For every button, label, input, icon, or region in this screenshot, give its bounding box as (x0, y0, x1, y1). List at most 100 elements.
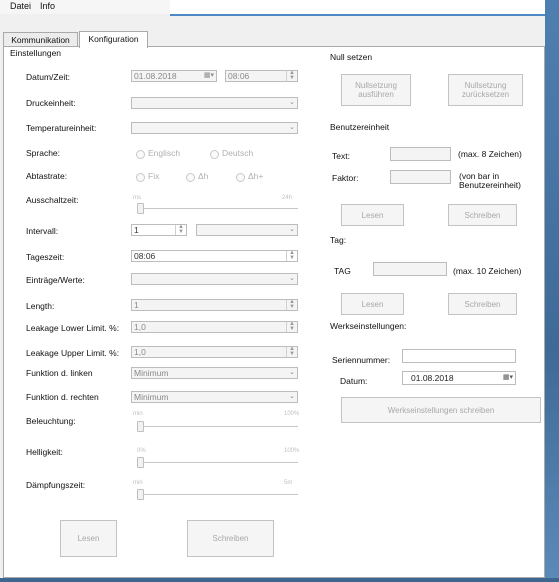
funktion-rechts-select[interactable]: Minimum ⌄ (131, 391, 298, 403)
eintraege-label: Einträge/Werte: (26, 275, 85, 285)
intervall-unit-select[interactable]: ⌄ (196, 224, 298, 236)
length-label: Length: (26, 301, 55, 311)
beleuchtung-max-label: 100% (284, 411, 300, 417)
calendar-icon[interactable]: ▦▾ (503, 372, 513, 384)
werkseinstellungen-title: Werkseinstellungen: (330, 321, 407, 331)
intervall-value: 1 (134, 225, 139, 235)
leak-lower-spinner[interactable]: 1,0 ▲ ▼ (131, 321, 298, 333)
spinner-arrows-icon[interactable]: ▲ ▼ (286, 299, 297, 310)
radio-englisch-label: Englisch (148, 148, 181, 158)
werk-datum-label: Datum: (340, 376, 368, 386)
helligkeit-label: Helligkeit: (26, 447, 63, 457)
spinner-arrows-icon[interactable]: ▲ ▼ (175, 224, 186, 235)
intervall-label: Intervall: (26, 226, 59, 236)
radio-dh[interactable] (186, 173, 195, 182)
beleuchtung-slider[interactable] (137, 421, 144, 432)
druckeinheit-select[interactable]: ⌄ (131, 97, 298, 109)
beleuchtung-min-label: min (133, 411, 143, 417)
time-value: 08:06 (228, 71, 250, 81)
intervall-spinner[interactable]: 1 ▲ ▼ (131, 224, 187, 236)
faktor-input[interactable] (390, 170, 451, 184)
temperatureinheit-select[interactable]: ⌄ (131, 122, 298, 134)
funktion-links-select[interactable]: Minimum ⌄ (131, 367, 298, 379)
calendar-icon[interactable]: ▦▾ (204, 71, 214, 81)
tag-lesen-button[interactable]: Lesen (341, 293, 404, 315)
werk-datum-value: 01.08.2018 (411, 373, 454, 383)
benutzereinheit-title: Benutzereinheit (330, 122, 390, 132)
seriennummer-label: Seriennummer: (332, 355, 391, 365)
beleuchtung-slider-track (138, 426, 298, 427)
eintraege-select[interactable]: ⌄ (131, 273, 298, 285)
spinner-arrows-icon[interactable]: ▲ ▼ (286, 321, 297, 332)
date-value: 01.08.2018 (134, 71, 177, 81)
spinner-arrows-icon[interactable]: ▲ ▼ (286, 346, 297, 357)
temperatureinheit-label: Temperatureinheit: (26, 123, 97, 133)
spinner-arrows-icon[interactable]: ▲ ▼ (286, 70, 297, 81)
helligkeit-min-label: 0% (137, 448, 146, 454)
daempfung-slider-track (138, 494, 298, 495)
einstellungen-title: Einstellungen (10, 48, 62, 58)
nullsetzung-zuruecksetzen-button[interactable]: Nullsetzung zurücksetzen (448, 74, 523, 106)
menu-datei[interactable]: Datei (10, 1, 31, 11)
tag-schreiben-button[interactable]: Schreiben (448, 293, 517, 315)
radio-deutsch-label: Deutsch (222, 148, 254, 158)
tageszeit-spinner[interactable]: 08:06 ▲ ▼ (131, 250, 298, 262)
chevron-down-icon: ⌄ (289, 275, 295, 282)
radio-dhplus[interactable] (236, 173, 245, 182)
funktion-links-value: Minimum (134, 368, 169, 378)
time-spinner[interactable]: 08:06 ▲ ▼ (225, 70, 298, 82)
null-setzen-title: Null setzen (330, 52, 373, 62)
chevron-down-icon: ⌄ (289, 226, 295, 233)
tag-hint: (max. 10 Zeichen) (453, 266, 522, 276)
werkseinstellungen-schreiben-button[interactable]: Werkseinstellungen schreiben (341, 397, 541, 423)
tab-konfiguration[interactable]: Konfiguration (79, 31, 148, 48)
daempfung-max-label: 5m (284, 480, 293, 486)
leak-upper-label: Leakage Upper Limit. %: (26, 348, 120, 358)
seriennummer-input[interactable] (402, 349, 516, 363)
faktor-label: Faktor: (332, 173, 359, 183)
left-schreiben-button[interactable]: Schreiben (187, 520, 274, 557)
menu-spacer (0, 14, 170, 31)
ausschaltzeit-min-label: ms (133, 195, 141, 201)
helligkeit-slider-track (138, 462, 298, 463)
menu-info[interactable]: Info (40, 1, 55, 11)
ausschaltzeit-slider[interactable] (137, 203, 144, 214)
tag-input[interactable] (373, 262, 447, 276)
right-schreiben-button[interactable]: Schreiben (448, 204, 517, 226)
werk-date-picker[interactable]: 01.08.2018 ▦▾ (402, 371, 516, 385)
sprache-label: Sprache: (26, 148, 61, 158)
right-lesen-button[interactable]: Lesen (341, 204, 404, 226)
nullsetzung-zuruecksetzen-label: Nullsetzung zurücksetzen (461, 81, 510, 99)
faktor-hint: (von bar in Benutzereinheit) (459, 171, 521, 190)
text-input[interactable] (390, 147, 451, 161)
radio-dh-label: Δh (198, 171, 209, 181)
radio-deutsch[interactable] (210, 150, 219, 159)
radio-fix-label: Fix (148, 171, 160, 181)
datum-zeit-label: Datum/Zeit: (26, 72, 70, 82)
leak-lower-value: 1,0 (134, 322, 146, 332)
radio-fix[interactable] (136, 173, 145, 182)
abtastrate-label: Abtastrate: (26, 171, 68, 181)
menu-bar: Datei Info (0, 0, 170, 14)
leak-upper-spinner[interactable]: 1,0 ▲ ▼ (131, 346, 298, 358)
date-picker[interactable]: 01.08.2018 ▦▾ (131, 70, 217, 82)
ausschaltzeit-max-label: 24h (282, 195, 293, 201)
tab-kommunikation[interactable]: Kommunikation (3, 32, 78, 47)
funktion-rechts-value: Minimum (134, 392, 169, 402)
tag-title: Tag: (330, 235, 347, 245)
nullsetzung-ausfuehren-button[interactable]: Nullsetzung ausführen (341, 74, 411, 106)
radio-dhplus-label: Δh+ (248, 171, 264, 181)
length-spinner[interactable]: 1 ▲ ▼ (131, 299, 298, 311)
length-value: 1 (134, 300, 139, 310)
druckeinheit-label: Druckeinheit: (26, 98, 76, 108)
radio-englisch[interactable] (136, 150, 145, 159)
daempfung-min-label: min (133, 480, 143, 486)
funktion-links-label: Funktion d. linken (26, 368, 93, 378)
tag-label: TAG (334, 266, 351, 276)
daempfung-label: Dämpfungszeit: (26, 480, 86, 490)
helligkeit-slider[interactable] (137, 457, 144, 468)
spinner-arrows-icon[interactable]: ▲ ▼ (286, 250, 297, 261)
title-strip (170, 0, 545, 16)
daempfung-slider[interactable] (137, 489, 144, 500)
left-lesen-button[interactable]: Lesen (60, 520, 117, 557)
